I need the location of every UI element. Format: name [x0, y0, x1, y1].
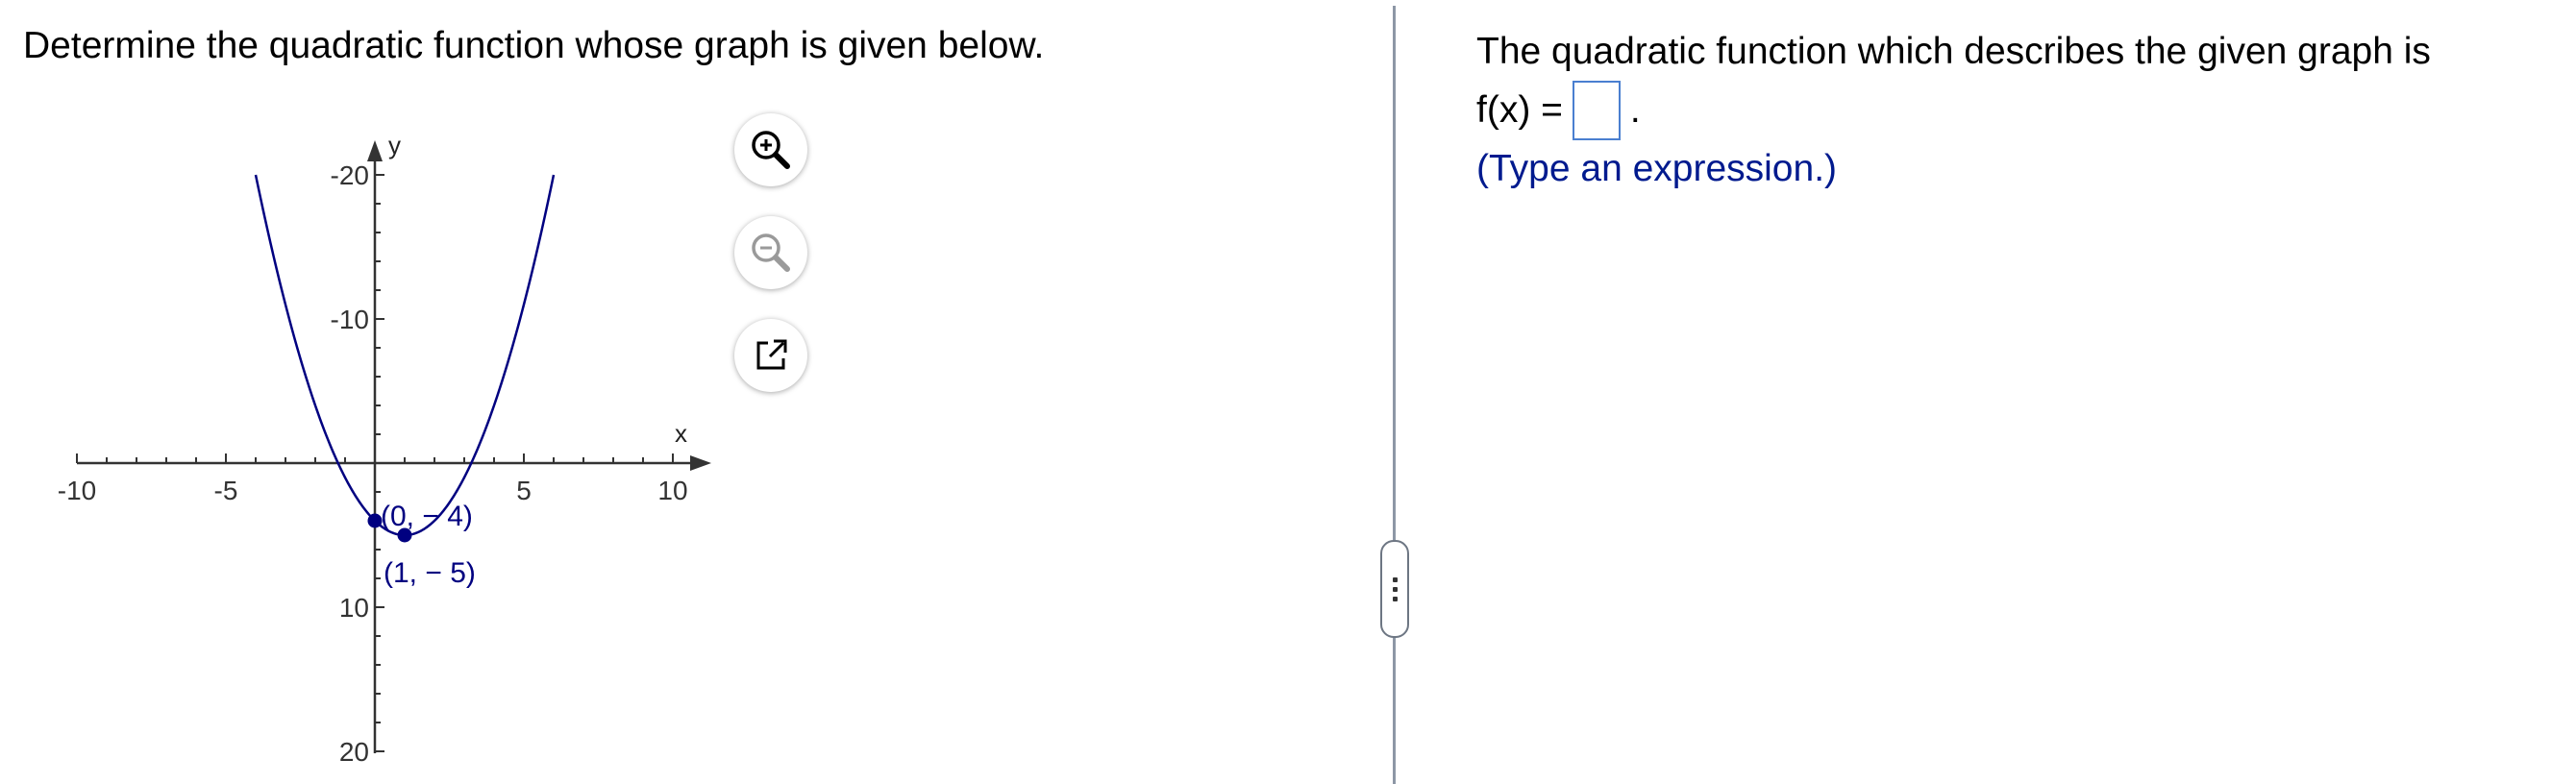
- popout-button[interactable]: [734, 319, 807, 392]
- zoom-out-icon: [752, 233, 790, 272]
- y-axis-arrow: [367, 140, 383, 161]
- y-tick-label: 20: [339, 737, 369, 767]
- handle-dot: [1392, 596, 1398, 601]
- parabola-curve: [254, 174, 556, 537]
- parabola-graph: x y -10 -5 5 10 20 10 -10 -20 (0, − 4) (1, − 5): [58, 131, 711, 767]
- question-prompt: Determine the quadratic function whose g…: [23, 25, 1045, 66]
- point-label: (1, − 5): [384, 557, 476, 589]
- zoom-out-button[interactable]: [734, 216, 807, 289]
- x-tick-label: 5: [516, 476, 532, 505]
- x-tick-label: -10: [58, 476, 96, 505]
- handle-dot: [1392, 586, 1398, 592]
- x-tick-label: -5: [214, 476, 238, 505]
- pane-resize-handle[interactable]: [1380, 540, 1409, 638]
- answer-pane: The quadratic function which describes t…: [1476, 23, 2543, 198]
- input-hint: (Type an expression.): [1476, 148, 1838, 189]
- zoom-in-icon: [752, 131, 790, 169]
- fx-label: f(x) =: [1476, 89, 1563, 131]
- point-marker: [397, 527, 412, 543]
- answer-line: f(x) = .: [1476, 81, 2543, 140]
- x-axis-arrow: [690, 455, 711, 471]
- labeled-points: (0, − 4) (1, − 5): [367, 501, 476, 589]
- point-label: (0, − 4): [381, 501, 473, 532]
- x-tick-label: 10: [657, 476, 687, 505]
- y-axis-label: y: [388, 131, 401, 159]
- answer-period: .: [1629, 89, 1641, 131]
- y-tick-label: 10: [339, 593, 369, 623]
- pane-divider: [1393, 6, 1396, 784]
- answer-input[interactable]: [1572, 81, 1621, 140]
- y-tick-label: -20: [331, 160, 369, 190]
- zoom-in-button[interactable]: [734, 113, 807, 186]
- handle-dot: [1392, 576, 1398, 582]
- question-pane: Determine the quadratic function whose g…: [0, 0, 1384, 784]
- answer-intro: The quadratic function which describes t…: [1476, 31, 2431, 72]
- popout-icon: [756, 339, 787, 370]
- x-axis-label: x: [675, 419, 687, 448]
- y-tick-label: -10: [331, 305, 369, 334]
